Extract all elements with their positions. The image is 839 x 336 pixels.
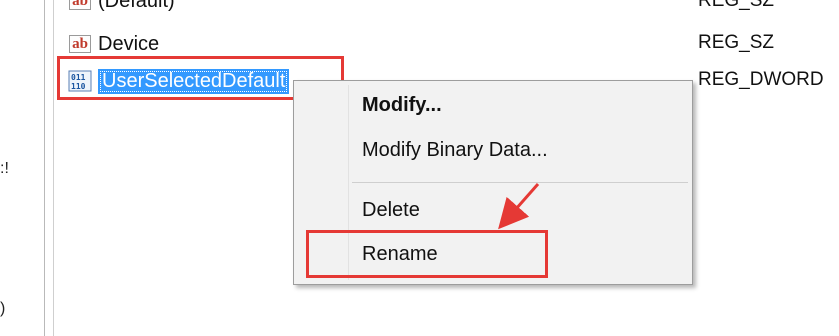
binary-value-icon: 011 110: [66, 69, 94, 93]
menu-item-modify[interactable]: Modify...: [362, 94, 442, 117]
tree-item-fragment[interactable]: :!: [0, 160, 9, 178]
string-value-icon: ab: [66, 32, 94, 56]
menu-item-modify-binary-data[interactable]: Modify Binary Data...: [362, 139, 548, 162]
tree-item-fragment[interactable]: ): [0, 300, 5, 318]
value-name: UserSelectedDefault: [98, 68, 290, 94]
registry-editor-screenshot: :! ) ab (Default) REG_SZ ab Device REG_S…: [0, 0, 839, 336]
value-name: Device: [98, 32, 160, 55]
menu-gutter: [348, 85, 349, 280]
svg-text:110: 110: [71, 82, 86, 91]
menu-item-delete[interactable]: Delete: [362, 199, 420, 222]
value-row-device[interactable]: ab Device: [66, 29, 159, 59]
key-tree-pane[interactable]: :! ): [0, 0, 44, 336]
menu-item-rename[interactable]: Rename: [362, 243, 438, 266]
value-name: (Default): [98, 0, 175, 12]
value-row-default[interactable]: ab (Default): [66, 0, 175, 16]
value-type: REG_SZ: [698, 32, 775, 53]
value-type: REG_SZ: [698, 0, 775, 11]
value-type: REG_DWORD: [698, 69, 824, 90]
list-border: [53, 0, 54, 336]
svg-text:011: 011: [71, 73, 86, 82]
string-value-icon: ab: [66, 0, 94, 13]
pane-splitter[interactable]: [44, 0, 45, 336]
annotation-arrow-icon: [498, 183, 540, 230]
value-row-userselecteddefault[interactable]: 011 110 UserSelectedDefault: [66, 66, 290, 96]
